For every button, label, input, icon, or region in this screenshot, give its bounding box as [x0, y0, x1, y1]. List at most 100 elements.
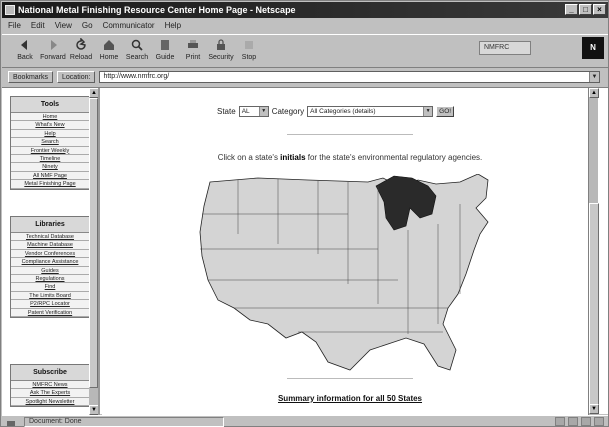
netscape-logo-icon[interactable]: N: [582, 37, 604, 59]
close-button[interactable]: ×: [593, 4, 606, 15]
security-label: Security: [208, 54, 234, 61]
back-arrow-icon: [21, 40, 27, 50]
instruction-emphasis: initials: [280, 153, 306, 162]
print-icon: [188, 40, 198, 48]
nav-link-compliance-assistance[interactable]: Compliance Assistance: [11, 258, 89, 267]
scroll-down-arrow-icon[interactable]: ▼: [89, 405, 98, 415]
forward-button[interactable]: Forward: [40, 35, 66, 67]
category-select-value: All Categories (details): [310, 108, 376, 115]
nav-link-whats-new[interactable]: What's New: [11, 121, 89, 130]
home-label: Home: [99, 54, 119, 61]
composer-icon[interactable]: [594, 417, 604, 426]
state-dropdown-icon[interactable]: ▼: [258, 107, 268, 116]
main-scroll-thumb[interactable]: [589, 203, 599, 408]
window-title: National Metal Finishing Resource Center…: [18, 5, 296, 15]
nav-link-search[interactable]: Search: [11, 138, 89, 147]
nav-link-metal-finishing-page[interactable]: Metal Finishing Page: [11, 180, 89, 189]
us-map-outline[interactable]: [199, 174, 489, 371]
print-label: Print: [185, 54, 201, 61]
status-bar: Document: Done: [2, 415, 608, 427]
home-icon: [104, 40, 114, 50]
sidebar-scrollbar[interactable]: ▲ ▼: [89, 88, 98, 415]
nav-link-vendor-conferences[interactable]: Vendor Conferences: [11, 249, 89, 259]
sidebar-scroll-thumb[interactable]: [89, 98, 98, 388]
menu-edit[interactable]: Edit: [31, 19, 45, 33]
nav-section-tools: Tools Home What's New Help Search Fronti…: [10, 96, 90, 190]
maximize-button[interactable]: □: [579, 4, 592, 15]
url-dropdown-icon[interactable]: ▼: [589, 72, 599, 82]
state-select-value: AL: [241, 108, 250, 115]
title-bar: National Metal Finishing Resource Center…: [2, 2, 608, 18]
stop-label: Stop: [241, 54, 257, 61]
nav-link-home[interactable]: Home: [11, 113, 89, 122]
nav-link-ask-the-experts[interactable]: Ask The Experts: [11, 389, 89, 398]
state-search-form: State AL ▼ Category All Categories (deta…: [217, 106, 455, 117]
system-menu-icon[interactable]: [5, 5, 15, 15]
home-button[interactable]: Home: [96, 35, 122, 67]
print-button[interactable]: Print: [180, 35, 206, 67]
stop-button[interactable]: Stop: [236, 35, 262, 67]
nav-link-regulations[interactable]: Regulations: [11, 274, 89, 284]
nav-section-subscribe: Subscribe NMFRC News Ask The Experts Spo…: [10, 364, 90, 408]
nav-link-technical-database[interactable]: Technical Database: [11, 233, 89, 242]
security-status-icon[interactable]: [4, 417, 18, 427]
bookmarks-button[interactable]: Bookmarks: [8, 71, 54, 83]
nav-link-nmfrc-news[interactable]: NMFRC News: [11, 381, 89, 390]
scroll-up-arrow-icon[interactable]: ▲: [589, 88, 599, 98]
toolbar-side-field[interactable]: NMFRC: [479, 41, 531, 55]
menu-communicator[interactable]: Communicator: [103, 19, 155, 33]
instruction-suffix: for the state's environmental regulatory…: [307, 153, 483, 162]
component-bar: [555, 417, 604, 426]
forward-arrow-icon: [51, 40, 57, 50]
nav-link-spotlight-newsletter[interactable]: Spotlight Newsletter: [11, 397, 89, 407]
security-button[interactable]: Security: [208, 35, 234, 67]
divider: [287, 134, 413, 135]
go-button[interactable]: GO!: [436, 106, 455, 117]
menu-go[interactable]: Go: [82, 19, 93, 33]
mail-icon[interactable]: [568, 417, 578, 426]
nav-link-machine-database[interactable]: Machine Database: [11, 241, 89, 250]
reload-icon: [76, 38, 86, 50]
nav-link-frontier-weekly[interactable]: Frontier Weekly: [11, 146, 89, 155]
main-frame: State AL ▼ Category All Categories (deta…: [102, 88, 599, 415]
nav-link-limits-board[interactable]: The Limits Board: [11, 291, 89, 301]
nav-link-patent-verification[interactable]: Patent Verification: [11, 308, 89, 317]
main-scrollbar[interactable]: ▲ ▼: [588, 88, 599, 415]
category-select[interactable]: All Categories (details) ▼: [307, 106, 434, 117]
nav-link-timeline[interactable]: Timeline: [11, 154, 89, 164]
url-input[interactable]: http://www.nmfrc.org/ ▼: [99, 71, 600, 83]
nav-link-find[interactable]: Find: [11, 283, 89, 292]
map-instruction: Click on a state's initials for the stat…: [102, 153, 598, 162]
navigator-icon[interactable]: [555, 417, 565, 426]
category-dropdown-icon[interactable]: ▼: [423, 107, 433, 116]
reload-button[interactable]: Reload: [68, 35, 94, 67]
state-label: State: [217, 107, 236, 116]
nav-heading: Subscribe: [11, 365, 89, 381]
summary-link[interactable]: Summary information for all 50 States: [102, 394, 598, 403]
menu-view[interactable]: View: [55, 19, 72, 33]
security-lock-icon: [217, 39, 225, 50]
search-button[interactable]: Search: [124, 35, 150, 67]
back-label: Back: [17, 54, 33, 61]
guide-icon: [161, 40, 169, 50]
nav-link-all-nmf-page[interactable]: All NMF Page: [11, 171, 89, 181]
url-text: http://www.nmfrc.org/: [103, 73, 170, 80]
search-icon: [131, 39, 143, 51]
state-select[interactable]: AL ▼: [238, 106, 269, 117]
us-states-map[interactable]: [198, 174, 508, 374]
scroll-up-arrow-icon[interactable]: ▲: [89, 88, 98, 98]
nav-link-ninety[interactable]: Ninety: [11, 163, 89, 172]
discussions-icon[interactable]: [581, 417, 591, 426]
page-content: Tools Home What's New Help Search Fronti…: [2, 87, 608, 415]
nav-link-p2-rpc-locator[interactable]: P2/RPC Locator: [11, 300, 89, 309]
guide-button[interactable]: Guide: [152, 35, 178, 67]
scroll-down-arrow-icon[interactable]: ▼: [589, 404, 599, 414]
menu-help[interactable]: Help: [165, 19, 181, 33]
back-button[interactable]: Back: [12, 35, 38, 67]
menu-file[interactable]: File: [8, 19, 21, 33]
category-label: Category: [271, 107, 305, 116]
nav-link-guides[interactable]: Guides: [11, 266, 89, 275]
nav-link-help[interactable]: Help: [11, 129, 89, 139]
minimize-button[interactable]: _: [565, 4, 578, 15]
search-label: Search: [125, 54, 149, 61]
